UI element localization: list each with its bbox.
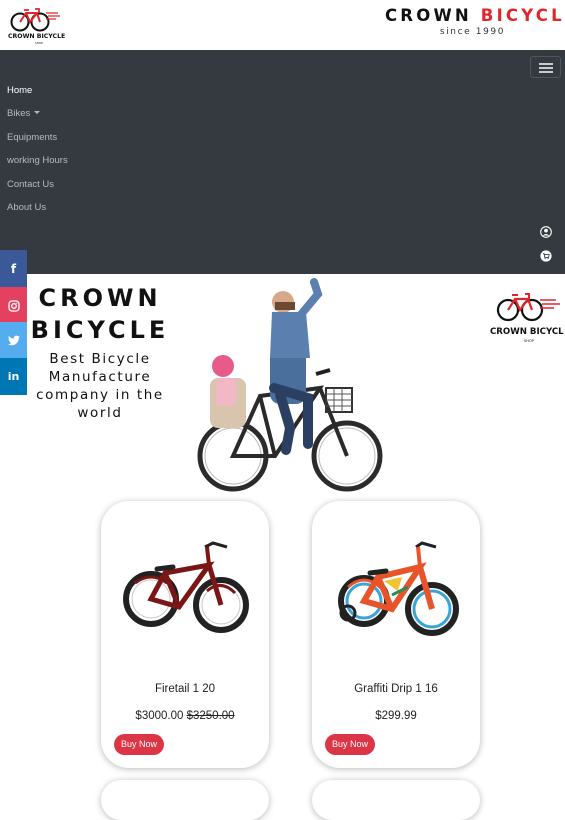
top-header: CROWN BICYCLE SHOP CROWN BICYCLE since 1…: [0, 0, 565, 50]
svg-text:SHOP: SHOP: [35, 41, 43, 45]
product-card[interactable]: Graffiti Drip 1 16 $299.99 Buy Now: [312, 501, 480, 768]
brand-word-bicycle: BICYCLE: [480, 6, 565, 25]
nav-item-working-hours[interactable]: working Hours: [7, 154, 68, 177]
user-circle-icon[interactable]: [540, 226, 552, 238]
nav-item-contact-us[interactable]: Contact Us: [7, 178, 68, 201]
product-price: $3000.00 $3250.00: [101, 710, 269, 722]
twitter-icon[interactable]: [0, 322, 27, 359]
cart-icon[interactable]: [540, 250, 552, 262]
hero-title-line2: BICYCLE: [30, 316, 170, 344]
old-price: $3250.00: [186, 710, 235, 722]
caret-down-icon: [34, 111, 41, 115]
hero-banner: CROWN BICYCLE Best Bicycle Manufacture c…: [0, 274, 565, 500]
svg-text:CROWN BICYCLE: CROWN BICYCLE: [8, 33, 65, 40]
buy-now-button[interactable]: Buy Now: [114, 734, 165, 755]
product-card[interactable]: [312, 780, 480, 820]
product-card[interactable]: [101, 780, 269, 820]
brand-word-crown: CROWN: [385, 6, 481, 25]
nav-menu: Home Bikes Equipments working Hours Cont…: [7, 84, 68, 224]
instagram-glyph: [7, 299, 20, 312]
current-price: $3000.00: [135, 710, 184, 722]
hero-title: CROWN BICYCLE: [30, 282, 170, 346]
crown-bicycle-shop-logo: CROWN BICYCL SHOP: [490, 293, 564, 343]
product-price: $299.99: [375, 710, 417, 722]
hero-title-line1: CROWN: [38, 284, 162, 312]
hamburger-icon[interactable]: [530, 56, 561, 78]
product-name: Graffiti Drip 1 16: [354, 683, 438, 695]
buy-now-button[interactable]: Buy Now: [325, 734, 376, 755]
product-image-graffiti-drip: [338, 541, 459, 636]
product-card[interactable]: Firetail 1 20 $3000.00 $3250.00 Buy Now: [101, 501, 269, 768]
main-navbar: Home Bikes Equipments working Hours Cont…: [0, 50, 565, 274]
twitter-glyph: [7, 335, 20, 346]
hero-tagline: Best Bicycle Manufacture company in the …: [36, 351, 164, 421]
nav-item-bikes[interactable]: Bikes: [7, 107, 68, 130]
instagram-icon[interactable]: [0, 287, 27, 324]
since-label: since 1990: [439, 27, 506, 37]
linkedin-icon[interactable]: in: [0, 358, 27, 395]
crown-bicycle-logo[interactable]: CROWN BICYCLE SHOP: [6, 5, 68, 45]
nav-item-equipments[interactable]: Equipments: [7, 131, 68, 154]
svg-text:SHOP: SHOP: [524, 339, 535, 343]
nav-item-bikes-label: Bikes: [7, 108, 31, 120]
hero-cyclist-image: [197, 278, 383, 492]
nav-item-home[interactable]: Home: [7, 84, 68, 107]
nav-item-about-us[interactable]: About Us: [7, 201, 68, 224]
svg-text:CROWN BICYCL: CROWN BICYCL: [490, 327, 564, 337]
product-name: Firetail 1 20: [154, 683, 216, 695]
facebook-icon[interactable]: f: [0, 250, 27, 287]
brand-wordmark: CROWN BICYCLE since 1990: [385, 6, 565, 37]
product-image-firetail: [123, 541, 249, 633]
